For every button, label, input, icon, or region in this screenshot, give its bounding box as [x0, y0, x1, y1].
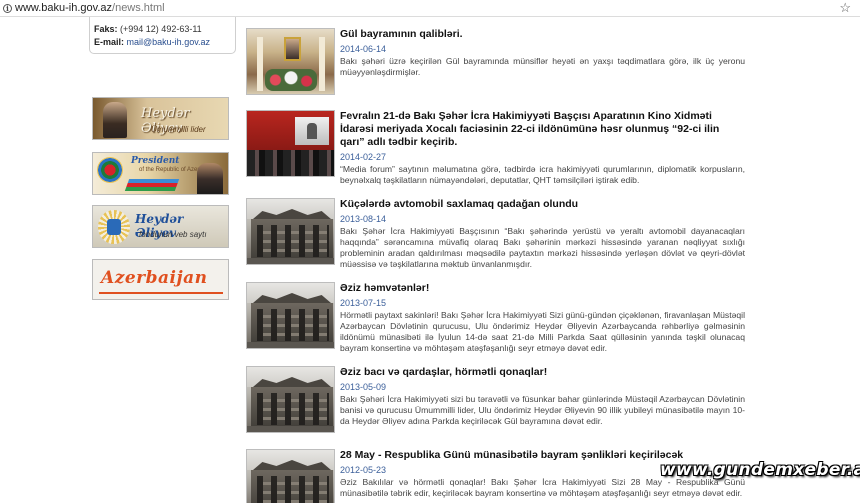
news-summary: Hörmətli paytaxt sakinləri! Bakı Şəhər İ… — [340, 310, 745, 353]
contact-box: Faks: (+994 12) 492-63-11 E-mail: mail@b… — [89, 17, 236, 54]
news-title[interactable]: Əziz həmvətənlər! — [340, 282, 745, 295]
state-emblem-icon — [97, 157, 123, 183]
news-thumbnail[interactable] — [246, 282, 335, 349]
banner-subtitle: fondunun veb saytı — [139, 230, 207, 239]
news-summary: “Media forum” saytının məlumatına görə, … — [340, 164, 745, 185]
fax-label: Faks: — [94, 24, 118, 34]
url-path: /news.html — [112, 2, 165, 14]
news-thumbnail[interactable] — [246, 449, 335, 503]
news-title[interactable]: Küçələrdə avtomobil saxlamaq qadağan olu… — [340, 198, 745, 211]
bookmark-star-icon[interactable]: ☆ — [839, 0, 851, 16]
banner-subtitle: Ümummilli lider — [151, 125, 206, 134]
banner-title: President — [131, 156, 180, 166]
info-icon[interactable]: i — [3, 3, 12, 13]
azerbaijan-banner[interactable]: Azerbaijan — [92, 259, 229, 300]
email-label: E-mail: — [94, 37, 125, 47]
news-thumbnail[interactable] — [246, 198, 335, 265]
email-link[interactable]: mail@baku-ih.gov.az — [127, 37, 211, 47]
news-date: 2013-07-15 — [340, 298, 387, 308]
news-summary: Bakı şəhəri üzrə keçirilən Gül bayramınd… — [340, 56, 745, 77]
news-title[interactable]: Fevralın 21-də Bakı Şəhər İcra Hakimiyyə… — [340, 110, 745, 149]
flag-icon — [124, 179, 180, 191]
fax-value: (+994 12) 492-63-11 — [120, 24, 202, 34]
watermark: www.gundemxeber.az — [660, 460, 860, 480]
url-domain: www.baku-ih.gov.az — [15, 2, 113, 14]
news-date: 2013-05-09 — [340, 382, 387, 392]
news-summary: Bakı Şəhər İcra Hakimiyyəti Başçısının “… — [340, 226, 745, 269]
president-banner[interactable]: President of the Republic of Azerbaijan — [92, 152, 229, 195]
news-date: 2014-02-27 — [340, 152, 387, 162]
news-title[interactable]: Əziz bacı və qardaşlar, hörmətli qonaqla… — [340, 366, 745, 379]
azerbaijan-logo: Azerbaijan — [101, 268, 208, 288]
news-title[interactable]: Gül bayramının qaliblәri. — [340, 28, 745, 41]
news-thumbnail[interactable] — [246, 110, 335, 177]
news-summary: Bakı Şəhəri İcra Hakimiyyəti sizi bu tər… — [340, 394, 745, 426]
news-thumbnail[interactable] — [246, 28, 335, 95]
heydar-aliyev-foundation-banner[interactable]: Heydər Əliyev fondunun veb saytı — [92, 205, 229, 248]
address-bar[interactable]: i www.baku-ih.gov.az/news.html ☆ — [0, 0, 860, 17]
news-summary: Əziz Bakılılar və hörmətli qonaqlar! Bak… — [340, 477, 745, 498]
news-thumbnail[interactable] — [246, 366, 335, 433]
foundation-emblem-icon — [98, 210, 130, 244]
news-date: 2013-08-14 — [340, 214, 387, 224]
portrait-image — [103, 102, 127, 138]
heydar-aliyev-banner[interactable]: Heydər Əliyev Ümummilli lider — [92, 97, 229, 140]
fax-line: Faks: (+994 12) 492-63-11 — [94, 23, 235, 36]
portrait-image — [197, 163, 223, 194]
news-date: 2014-06-14 — [340, 44, 387, 54]
email-line: E-mail: mail@baku-ih.gov.az — [94, 36, 235, 49]
